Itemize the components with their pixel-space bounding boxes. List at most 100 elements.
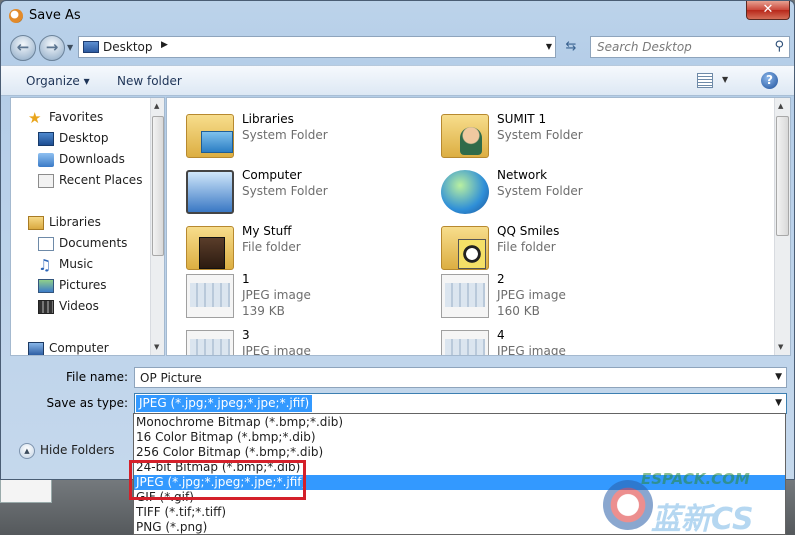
file-item-4[interactable]: 4 JPEG image [441,326,681,355]
star-icon: ★ [28,109,42,127]
hide-folders-label: Hide Folders [40,443,115,457]
save-as-type-dropdown-icon[interactable]: ▼ [775,398,782,408]
network-icon [441,170,489,214]
file-type: JPEG image [242,344,311,356]
file-item-network[interactable]: Network System Folder [441,166,681,220]
file-list: Libraries System Folder SUMIT 1 System F… [166,97,791,356]
file-name: My Stuff [242,224,292,238]
file-type: System Folder [497,184,583,198]
sidebar-item-label: Videos [59,299,99,313]
desktop-icon [38,132,54,146]
watermark-text: ESPACK.COM [641,470,750,488]
file-item-computer[interactable]: Computer System Folder [186,166,426,220]
sidebar-item-label: Desktop [59,131,109,145]
videos-icon [38,300,54,314]
recent-places-icon [38,174,54,188]
recent-locations-dropdown[interactable]: ▼ [67,43,73,52]
close-button[interactable]: ✕ [746,1,790,20]
sidebar-item-label: Favorites [49,110,104,124]
file-type-option[interactable]: 16 Color Bitmap (*.bmp;*.dib) [134,430,785,445]
file-name: SUMIT 1 [497,112,547,126]
file-type: File folder [497,240,556,254]
user-folder-icon [441,114,489,158]
file-name: Libraries [242,112,294,126]
nav-pane-scrollbar[interactable]: ▲ ▼ [150,98,164,355]
file-item-2[interactable]: 2 JPEG image 160 KB [441,270,681,324]
file-item-my-stuff[interactable]: My Stuff File folder [186,222,426,276]
scrollbar-thumb[interactable] [152,116,164,256]
pictures-icon [38,279,54,293]
file-list-scrollbar[interactable]: ▲ ▼ [774,98,790,355]
sidebar-item-label: Recent Places [59,173,143,187]
address-bar[interactable]: Desktop ▶ ▼ [78,36,556,58]
file-type: JPEG image [497,288,566,302]
downloads-icon [38,153,54,167]
sidebar-item-label: Documents [59,236,128,250]
sidebar-item-label: Downloads [59,152,125,166]
file-name: 4 [497,328,505,342]
file-item-sumit-1[interactable]: SUMIT 1 System Folder [441,110,681,164]
file-size: 160 KB [497,304,540,318]
libraries-icon [28,216,44,230]
breadcrumb-chevron-icon[interactable]: ▶ [161,40,168,50]
forward-button[interactable]: → [39,35,65,61]
file-type: File folder [242,240,301,254]
address-location[interactable]: Desktop [103,40,153,54]
title-bar[interactable]: Save As ✕ [1,1,794,31]
file-name-field[interactable]: OP Picture ▼ [134,367,787,388]
file-name-value[interactable]: OP Picture [140,371,202,385]
refresh-button[interactable]: ⇆ [559,36,583,58]
file-item-3[interactable]: 3 JPEG image [186,326,426,356]
save-as-dialog: Save As ✕ ← → ▼ Desktop ▶ ▼ ⇆ Search Des… [0,0,795,480]
file-name: QQ Smiles [497,224,560,238]
command-bar: Organize ▾ New folder ▼ ? [1,65,794,96]
navigation-pane: ★ Favorites Desktop Downloads Recent Pla… [10,97,165,356]
search-input[interactable]: Search Desktop ⚲ [590,36,790,58]
watermark-text: 蓝新CS [651,502,754,535]
address-dropdown-icon[interactable]: ▼ [546,42,552,51]
scroll-down-icon[interactable]: ▼ [778,343,783,351]
jpeg-thumbnail-icon [441,330,489,355]
file-type: System Folder [497,128,583,142]
file-name: Computer [242,168,302,182]
save-as-type-value[interactable]: JPEG (*.jpg;*.jpeg;*.jpe;*.jfif) [136,395,313,412]
file-item-qq-smiles[interactable]: QQ Smiles File folder [441,222,681,276]
file-name: 2 [497,272,505,286]
save-as-type-select[interactable]: JPEG (*.jpg;*.jpeg;*.jpe;*.jfif) ▼ [134,393,787,414]
file-name: 1 [242,272,250,286]
file-type-option[interactable]: 256 Color Bitmap (*.bmp;*.dib) [134,445,785,460]
search-icon[interactable]: ⚲ [774,39,784,54]
jpeg-thumbnail-icon [441,274,489,318]
file-type: JPEG image [242,288,311,302]
folder-icon [186,226,234,270]
computer-icon [28,342,44,355]
view-options-dropdown-icon[interactable]: ▼ [722,75,728,84]
file-type-option[interactable]: Monochrome Bitmap (*.bmp;*.dib) [134,415,785,430]
libraries-icon [186,114,234,158]
scroll-up-icon[interactable]: ▲ [778,102,783,110]
watermark: ESPACK.COM 蓝新CS [603,470,793,535]
computer-icon [186,170,234,214]
organize-button[interactable]: Organize ▾ [26,74,90,88]
hide-folders-button[interactable]: ▲ Hide Folders [19,441,119,461]
file-name-dropdown-icon[interactable]: ▼ [775,372,782,382]
file-name: 3 [242,328,250,342]
scrollbar-thumb[interactable] [776,116,789,236]
help-icon[interactable]: ? [761,72,778,89]
scroll-up-icon[interactable]: ▲ [154,102,159,110]
file-item-libraries[interactable]: Libraries System Folder [186,110,426,164]
file-name-label: File name: [66,370,128,384]
file-item-1[interactable]: 1 JPEG image 139 KB [186,270,426,324]
scroll-down-icon[interactable]: ▼ [154,343,159,351]
change-view-icon[interactable] [697,73,713,88]
jpeg-thumbnail-icon [186,274,234,318]
new-folder-button[interactable]: New folder [117,74,182,88]
back-button[interactable]: ← [10,35,36,61]
sidebar-item-label: Pictures [59,278,107,292]
documents-icon [38,237,54,251]
background-window-fragment [0,478,52,503]
sidebar-item-label: Computer [49,341,109,355]
music-icon: ♫ [38,256,52,274]
window-title: Save As [29,8,81,23]
chevron-up-icon: ▲ [19,443,35,459]
